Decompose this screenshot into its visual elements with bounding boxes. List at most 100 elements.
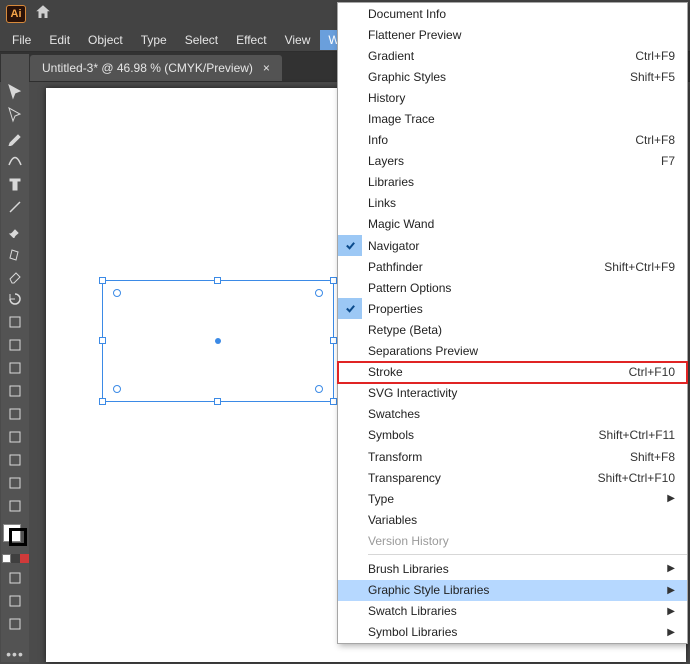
- resize-handle[interactable]: [214, 277, 221, 284]
- type-tool[interactable]: [4, 176, 26, 193]
- menu-item-pathfinder[interactable]: PathfinderShift+Ctrl+F9: [338, 256, 687, 277]
- menu-item-flattener-preview[interactable]: Flattener Preview: [338, 24, 687, 45]
- edit-toolbar-icon[interactable]: •••: [6, 646, 24, 662]
- check-icon: [338, 235, 362, 256]
- eraser-tool[interactable]: [4, 268, 26, 285]
- menu-item-label: Layers: [362, 154, 661, 168]
- menu-item-transform[interactable]: TransformShift+F8: [338, 446, 687, 467]
- menu-effect[interactable]: Effect: [228, 30, 274, 50]
- column-graph-tool[interactable]: [4, 569, 26, 586]
- menu-edit[interactable]: Edit: [41, 30, 78, 50]
- menu-view[interactable]: View: [277, 30, 319, 50]
- resize-handle[interactable]: [99, 398, 106, 405]
- mesh-tool[interactable]: [4, 428, 26, 445]
- menu-item-svg-interactivity[interactable]: SVG Interactivity: [338, 383, 687, 404]
- line-tool[interactable]: [4, 199, 26, 216]
- menu-item-magic-wand[interactable]: Magic Wand: [338, 214, 687, 235]
- anchor-point[interactable]: [113, 385, 121, 393]
- menu-shortcut: Ctrl+F10: [629, 365, 675, 379]
- menu-item-swatches[interactable]: Swatches: [338, 404, 687, 425]
- window-menu-dropdown[interactable]: Document Info Flattener PreviewGradientCt…: [337, 2, 688, 644]
- document-tab[interactable]: Untitled-3* @ 46.98 % (CMYK/Preview) ×: [30, 55, 282, 81]
- gradient-tool[interactable]: [4, 451, 26, 468]
- menu-shortcut: Ctrl+F9: [635, 49, 675, 63]
- menu-file[interactable]: File: [4, 30, 39, 50]
- menu-item-brush-libraries[interactable]: Brush Libraries▶: [338, 558, 687, 579]
- artboard-tool[interactable]: [4, 592, 26, 609]
- menu-item-graphic-style-libraries[interactable]: Graphic Style Libraries▶: [338, 580, 687, 601]
- menu-item-libraries[interactable]: Libraries: [338, 172, 687, 193]
- resize-handle[interactable]: [214, 398, 221, 405]
- resize-handle[interactable]: [330, 337, 337, 344]
- shaper-tool[interactable]: [4, 245, 26, 262]
- menu-type[interactable]: Type: [133, 30, 175, 50]
- blend-tool[interactable]: [4, 497, 26, 514]
- fill-stroke-swatch[interactable]: [3, 524, 27, 546]
- width-tool[interactable]: [4, 336, 26, 353]
- menu-shortcut: Shift+F8: [630, 450, 675, 464]
- center-point[interactable]: [215, 338, 221, 344]
- shape-builder-tool[interactable]: [4, 382, 26, 399]
- menu-item-layers[interactable]: LayersF7: [338, 151, 687, 172]
- slice-tool[interactable]: [4, 615, 26, 632]
- menu-item-properties[interactable]: Properties: [338, 298, 687, 319]
- menu-shortcut: Shift+Ctrl+F11: [599, 428, 675, 442]
- menu-item-label: Info: [362, 133, 635, 147]
- paintbrush-tool[interactable]: [4, 222, 26, 239]
- menu-item-symbols[interactable]: SymbolsShift+Ctrl+F11: [338, 425, 687, 446]
- close-icon[interactable]: ×: [263, 61, 270, 75]
- anchor-point[interactable]: [113, 289, 121, 297]
- menu-shortcut: Ctrl+F8: [635, 133, 675, 147]
- menu-item-navigator[interactable]: Navigator: [338, 235, 687, 256]
- menu-shortcut: Shift+F5: [630, 70, 675, 84]
- chevron-right-icon: ▶: [667, 585, 675, 596]
- selection-tool[interactable]: [4, 84, 26, 101]
- resize-handle[interactable]: [99, 277, 106, 284]
- menu-item-gradient[interactable]: GradientCtrl+F9: [338, 45, 687, 66]
- menu-item-label: Graphic Style Libraries: [362, 583, 667, 597]
- menu-item-label: Document Info: [362, 7, 675, 21]
- resize-handle[interactable]: [330, 277, 337, 284]
- chevron-right-icon: ▶: [667, 606, 675, 617]
- menu-item-variables[interactable]: Variables: [338, 509, 687, 530]
- resize-handle[interactable]: [330, 398, 337, 405]
- menu-item-label: Retype (Beta): [362, 323, 675, 337]
- menu-item-history[interactable]: History: [338, 87, 687, 108]
- menu-item-label: Properties: [362, 302, 675, 316]
- menu-item-separations-preview[interactable]: Separations Preview: [338, 341, 687, 362]
- menu-item-document-info[interactable]: Document Info: [338, 3, 687, 24]
- rotate-tool[interactable]: [4, 291, 26, 308]
- menu-item-info[interactable]: InfoCtrl+F8: [338, 130, 687, 151]
- menu-item-pattern-options[interactable]: Pattern Options: [338, 277, 687, 298]
- anchor-point[interactable]: [315, 385, 323, 393]
- menu-item-image-trace[interactable]: Image Trace: [338, 108, 687, 129]
- menu-item-type[interactable]: Type▶: [338, 488, 687, 509]
- perspective-tool[interactable]: [4, 405, 26, 422]
- menu-object[interactable]: Object: [80, 30, 131, 50]
- anchor-point[interactable]: [315, 289, 323, 297]
- color-mode-icons[interactable]: [2, 554, 29, 563]
- free-transform-tool[interactable]: [4, 359, 26, 376]
- pen-tool[interactable]: [4, 130, 26, 147]
- menu-item-label: Transform: [362, 450, 630, 464]
- menu-item-graphic-styles[interactable]: Graphic StylesShift+F5: [338, 66, 687, 87]
- menu-select[interactable]: Select: [177, 30, 226, 50]
- menu-item-label: SVG Interactivity: [362, 386, 675, 400]
- selected-rectangle[interactable]: [102, 280, 334, 402]
- menu-item-symbol-libraries[interactable]: Symbol Libraries▶: [338, 622, 687, 643]
- menu-item-links[interactable]: Links: [338, 193, 687, 214]
- resize-handle[interactable]: [99, 337, 106, 344]
- menu-item-retype-beta-[interactable]: Retype (Beta): [338, 319, 687, 340]
- menu-item-swatch-libraries[interactable]: Swatch Libraries▶: [338, 601, 687, 622]
- menu-item-label: Separations Preview: [362, 344, 675, 358]
- direct-selection-tool[interactable]: [4, 107, 26, 124]
- eyedropper-tool[interactable]: [4, 474, 26, 491]
- home-icon[interactable]: [34, 3, 52, 26]
- menu-item-transparency[interactable]: TransparencyShift+Ctrl+F10: [338, 467, 687, 488]
- menu-shortcut: Shift+Ctrl+F10: [598, 471, 675, 485]
- menu-shortcut: Shift+Ctrl+F9: [604, 260, 675, 274]
- scale-tool[interactable]: [4, 314, 26, 331]
- menu-item-stroke[interactable]: StrokeCtrl+F10: [338, 362, 687, 383]
- chevron-right-icon: ▶: [667, 627, 675, 638]
- curvature-tool[interactable]: [4, 153, 26, 170]
